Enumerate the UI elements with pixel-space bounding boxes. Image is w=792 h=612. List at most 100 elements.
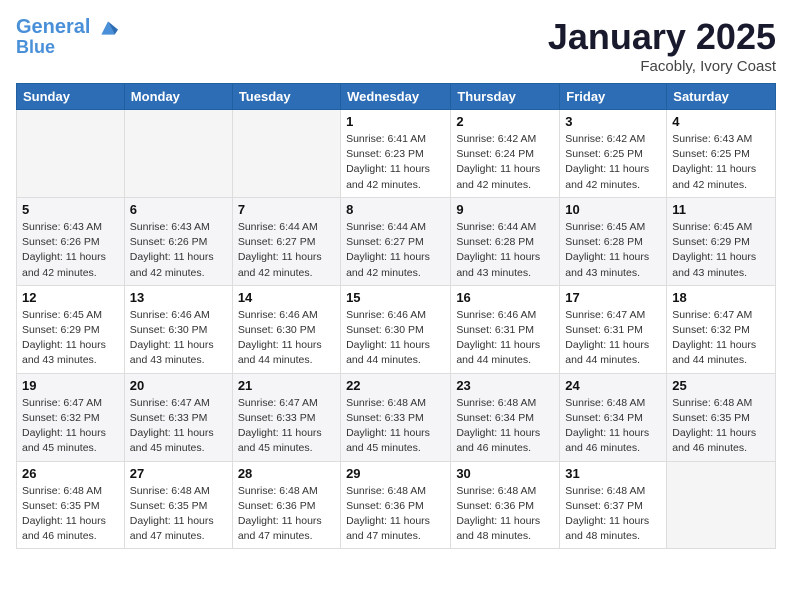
calendar-cell: 2 Sunrise: 6:42 AM Sunset: 6:24 PM Daylig…	[451, 110, 560, 198]
month-title: January 2025	[548, 16, 776, 58]
day-number: 22	[346, 378, 445, 393]
calendar-header-row: SundayMondayTuesdayWednesdayThursdayFrid…	[17, 84, 776, 110]
calendar-cell: 1 Sunrise: 6:41 AM Sunset: 6:23 PM Daylig…	[341, 110, 451, 198]
title-block: January 2025 Facobly, Ivory Coast	[548, 16, 776, 75]
calendar-cell: 23Sunrise: 6:48 AM Sunset: 6:34 PM Dayli…	[451, 373, 560, 461]
day-number: 1	[346, 114, 445, 129]
calendar-cell: 21 Sunrise: 6:47 AM Sunset: 6:33 PM Dayli…	[232, 373, 340, 461]
calendar-cell: 17 Sunrise: 6:47 AM Sunset: 6:31 PM Dayli…	[560, 285, 667, 373]
day-number: 28	[238, 466, 335, 481]
day-info: Sunrise: 6:48 AM Sunset: 6:35 PM Dayligh…	[672, 396, 770, 457]
day-info: Sunrise: 6:46 AM Sunset: 6:30 PM Dayligh…	[238, 308, 335, 369]
day-info: Sunrise: 6:47 AM Sunset: 6:33 PM Dayligh…	[130, 396, 227, 457]
day-info: Sunrise: 6:46 AM Sunset: 6:30 PM Dayligh…	[346, 308, 445, 369]
day-info: Sunrise: 6:43 AM Sunset: 6:25 PM Dayligh…	[672, 132, 770, 193]
day-info: Sunrise: 6:48 AM Sunset: 6:34 PM Dayligh…	[456, 396, 554, 457]
day-info: Sunrise: 6:48 AM Sunset: 6:37 PM Dayligh…	[565, 484, 661, 545]
calendar-cell: 31 Sunrise: 6:48 AM Sunset: 6:37 PM Dayli…	[560, 461, 667, 549]
day-number: 2	[456, 114, 554, 129]
calendar-week-row: 5Sunrise: 6:43 AM Sunset: 6:26 PM Daylig…	[17, 197, 776, 285]
calendar-cell: 25 Sunrise: 6:48 AM Sunset: 6:35 PM Dayli…	[667, 373, 776, 461]
page-header: General Blue January 2025 Facobly, Ivory…	[16, 16, 776, 75]
location: Facobly, Ivory Coast	[548, 58, 776, 75]
day-number: 8	[346, 202, 445, 217]
day-number: 19	[22, 378, 119, 393]
day-info: Sunrise: 6:47 AM Sunset: 6:33 PM Dayligh…	[238, 396, 335, 457]
weekday-header-thursday: Thursday	[451, 84, 560, 110]
day-number: 14	[238, 290, 335, 305]
calendar-cell: 26 Sunrise: 6:48 AM Sunset: 6:35 PM Dayli…	[17, 461, 125, 549]
day-number: 15	[346, 290, 445, 305]
day-number: 31	[565, 466, 661, 481]
calendar-cell: 30Sunrise: 6:48 AM Sunset: 6:36 PM Dayli…	[451, 461, 560, 549]
weekday-header-friday: Friday	[560, 84, 667, 110]
day-number: 13	[130, 290, 227, 305]
day-info: Sunrise: 6:42 AM Sunset: 6:25 PM Dayligh…	[565, 132, 661, 193]
day-info: Sunrise: 6:42 AM Sunset: 6:24 PM Dayligh…	[456, 132, 554, 193]
day-info: Sunrise: 6:43 AM Sunset: 6:26 PM Dayligh…	[130, 220, 227, 281]
calendar-cell: 29Sunrise: 6:48 AM Sunset: 6:36 PM Dayli…	[341, 461, 451, 549]
day-number: 6	[130, 202, 227, 217]
day-number: 11	[672, 202, 770, 217]
day-number: 18	[672, 290, 770, 305]
weekday-header-tuesday: Tuesday	[232, 84, 340, 110]
day-info: Sunrise: 6:48 AM Sunset: 6:33 PM Dayligh…	[346, 396, 445, 457]
calendar-cell: 20 Sunrise: 6:47 AM Sunset: 6:33 PM Dayli…	[124, 373, 232, 461]
calendar-cell: 18 Sunrise: 6:47 AM Sunset: 6:32 PM Dayli…	[667, 285, 776, 373]
logo: General Blue	[16, 16, 118, 58]
weekday-header-saturday: Saturday	[667, 84, 776, 110]
calendar-cell: 19 Sunrise: 6:47 AM Sunset: 6:32 PM Dayli…	[17, 373, 125, 461]
day-info: Sunrise: 6:46 AM Sunset: 6:30 PM Dayligh…	[130, 308, 227, 369]
calendar-cell: 15 Sunrise: 6:46 AM Sunset: 6:30 PM Dayli…	[341, 285, 451, 373]
day-number: 26	[22, 466, 119, 481]
day-number: 20	[130, 378, 227, 393]
calendar-cell: 9 Sunrise: 6:44 AM Sunset: 6:28 PM Daylig…	[451, 197, 560, 285]
calendar-cell: 5Sunrise: 6:43 AM Sunset: 6:26 PM Daylig…	[17, 197, 125, 285]
weekday-header-monday: Monday	[124, 84, 232, 110]
calendar-cell	[667, 461, 776, 549]
day-number: 16	[456, 290, 554, 305]
logo-blue: Blue	[16, 38, 118, 58]
day-info: Sunrise: 6:47 AM Sunset: 6:32 PM Dayligh…	[672, 308, 770, 369]
day-number: 21	[238, 378, 335, 393]
calendar-table: SundayMondayTuesdayWednesdayThursdayFrid…	[16, 83, 776, 549]
day-info: Sunrise: 6:44 AM Sunset: 6:28 PM Dayligh…	[456, 220, 554, 281]
day-number: 17	[565, 290, 661, 305]
calendar-cell: 12Sunrise: 6:45 AM Sunset: 6:29 PM Dayli…	[17, 285, 125, 373]
calendar-cell: 16 Sunrise: 6:46 AM Sunset: 6:31 PM Dayli…	[451, 285, 560, 373]
day-number: 24	[565, 378, 661, 393]
day-info: Sunrise: 6:43 AM Sunset: 6:26 PM Dayligh…	[22, 220, 119, 281]
calendar-cell: 10Sunrise: 6:45 AM Sunset: 6:28 PM Dayli…	[560, 197, 667, 285]
day-number: 30	[456, 466, 554, 481]
day-number: 3	[565, 114, 661, 129]
day-number: 9	[456, 202, 554, 217]
calendar-cell	[17, 110, 125, 198]
calendar-week-row: 1 Sunrise: 6:41 AM Sunset: 6:23 PM Daylig…	[17, 110, 776, 198]
day-number: 25	[672, 378, 770, 393]
day-info: Sunrise: 6:46 AM Sunset: 6:31 PM Dayligh…	[456, 308, 554, 369]
calendar-cell: 3 Sunrise: 6:42 AM Sunset: 6:25 PM Daylig…	[560, 110, 667, 198]
logo-text: General	[16, 16, 118, 38]
day-number: 27	[130, 466, 227, 481]
day-number: 10	[565, 202, 661, 217]
calendar-cell: 6 Sunrise: 6:43 AM Sunset: 6:26 PM Daylig…	[124, 197, 232, 285]
weekday-header-sunday: Sunday	[17, 84, 125, 110]
day-info: Sunrise: 6:47 AM Sunset: 6:31 PM Dayligh…	[565, 308, 661, 369]
calendar-cell: 28 Sunrise: 6:48 AM Sunset: 6:36 PM Dayli…	[232, 461, 340, 549]
day-info: Sunrise: 6:44 AM Sunset: 6:27 PM Dayligh…	[346, 220, 445, 281]
day-info: Sunrise: 6:44 AM Sunset: 6:27 PM Dayligh…	[238, 220, 335, 281]
day-info: Sunrise: 6:41 AM Sunset: 6:23 PM Dayligh…	[346, 132, 445, 193]
calendar-week-row: 19 Sunrise: 6:47 AM Sunset: 6:32 PM Dayli…	[17, 373, 776, 461]
day-info: Sunrise: 6:48 AM Sunset: 6:35 PM Dayligh…	[22, 484, 119, 545]
calendar-cell: 22 Sunrise: 6:48 AM Sunset: 6:33 PM Dayli…	[341, 373, 451, 461]
calendar-cell: 24 Sunrise: 6:48 AM Sunset: 6:34 PM Dayli…	[560, 373, 667, 461]
calendar-cell: 11Sunrise: 6:45 AM Sunset: 6:29 PM Dayli…	[667, 197, 776, 285]
weekday-header-wednesday: Wednesday	[341, 84, 451, 110]
day-info: Sunrise: 6:48 AM Sunset: 6:34 PM Dayligh…	[565, 396, 661, 457]
day-info: Sunrise: 6:48 AM Sunset: 6:36 PM Dayligh…	[238, 484, 335, 545]
day-number: 4	[672, 114, 770, 129]
calendar-cell: 7Sunrise: 6:44 AM Sunset: 6:27 PM Daylig…	[232, 197, 340, 285]
day-info: Sunrise: 6:47 AM Sunset: 6:32 PM Dayligh…	[22, 396, 119, 457]
calendar-cell: 4 Sunrise: 6:43 AM Sunset: 6:25 PM Daylig…	[667, 110, 776, 198]
calendar-cell	[232, 110, 340, 198]
